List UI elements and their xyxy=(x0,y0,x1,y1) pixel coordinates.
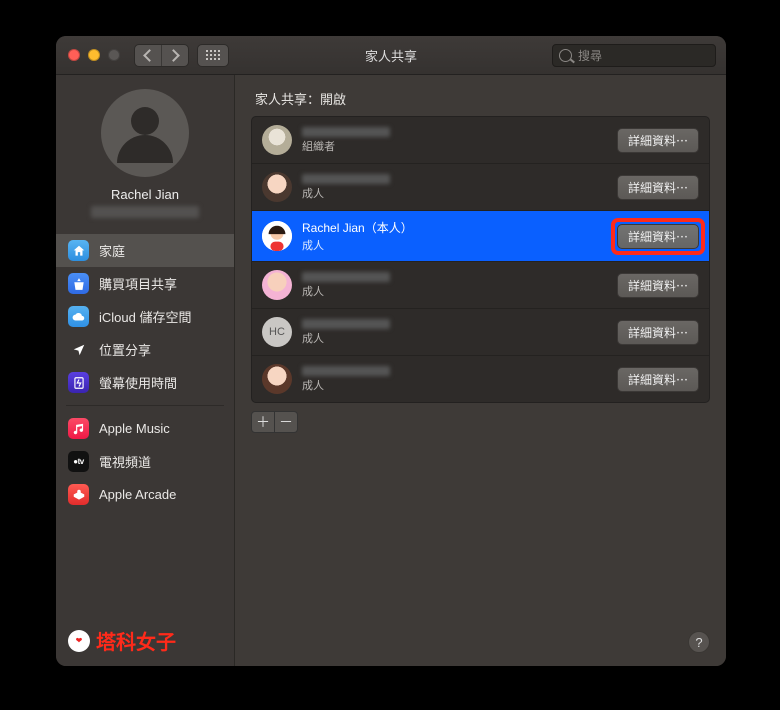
member-role: 成人 xyxy=(302,237,607,253)
member-role: 成人 xyxy=(302,377,607,393)
member-row[interactable]: HC 成人詳細資料⋯ xyxy=(252,309,709,356)
search-placeholder: 搜尋 xyxy=(578,47,602,64)
detail-button[interactable]: 詳細資料⋯ xyxy=(617,128,699,153)
search-input[interactable]: 搜尋 xyxy=(552,44,716,67)
detail-button[interactable]: 詳細資料⋯ xyxy=(617,273,699,298)
minimize-button[interactable] xyxy=(88,49,100,61)
member-row[interactable]: 組織者詳細資料⋯ xyxy=(252,117,709,164)
sidebar-item-label: 位置分享 xyxy=(99,340,151,359)
detail-button[interactable]: 詳細資料⋯ xyxy=(617,320,699,345)
sidebar: Rachel Jian 家庭購買項目共享 iCloud 儲存空間位置分享螢幕使用時… xyxy=(56,75,235,666)
member-role: 成人 xyxy=(302,283,607,299)
show-all-button[interactable] xyxy=(197,44,229,67)
home-icon xyxy=(68,240,89,261)
member-text: 成人 xyxy=(302,272,607,299)
sidebar-item-label: Apple Music xyxy=(99,421,170,436)
watermark-text: 塔科女子 xyxy=(96,626,176,655)
time-icon xyxy=(68,372,89,393)
sidebar-item-label: iCloud 儲存空間 xyxy=(99,307,191,326)
sidebar-item-label: Apple Arcade xyxy=(99,487,176,502)
music-icon xyxy=(68,418,89,439)
sidebar-item-time[interactable]: 螢幕使用時間 xyxy=(56,366,234,399)
watermark: ❤ 塔科女子 xyxy=(56,616,234,666)
watermark-icon: ❤ xyxy=(68,630,90,652)
sidebar-item-app[interactable]: 購買項目共享 xyxy=(56,267,234,300)
silhouette-icon xyxy=(115,103,175,163)
tv-icon: ●tv xyxy=(68,451,89,472)
member-name xyxy=(302,319,607,329)
member-role: 成人 xyxy=(302,330,607,346)
member-row[interactable]: 成人詳細資料⋯ xyxy=(252,356,709,402)
help-button[interactable]: ? xyxy=(688,631,710,653)
search-icon xyxy=(559,49,572,62)
titlebar: 家人共享 搜尋 xyxy=(56,36,726,75)
forward-button[interactable] xyxy=(162,45,188,66)
member-name xyxy=(302,174,607,184)
sidebar-item-arcade[interactable]: Apple Arcade xyxy=(56,478,234,511)
member-text: Rachel Jian（本人）成人 xyxy=(302,219,607,253)
member-avatar xyxy=(262,221,292,251)
member-role: 成人 xyxy=(302,185,607,201)
member-avatar: HC xyxy=(262,317,292,347)
nav-buttons xyxy=(134,44,189,67)
add-member-button[interactable]: ＋ xyxy=(251,411,275,433)
member-avatar xyxy=(262,364,292,394)
profile-name: Rachel Jian xyxy=(111,187,179,202)
member-text: 組織者 xyxy=(302,127,607,154)
member-name xyxy=(302,272,607,282)
member-avatar xyxy=(262,125,292,155)
detail-button[interactable]: 詳細資料⋯ xyxy=(617,367,699,392)
maximize-button[interactable] xyxy=(108,49,120,61)
close-button[interactable] xyxy=(68,49,80,61)
grid-icon xyxy=(206,50,220,60)
list-controls: ＋ － xyxy=(251,411,710,433)
chevron-right-icon xyxy=(167,49,180,62)
member-text: 成人 xyxy=(302,174,607,201)
sidebar-item-label: 電視頻道 xyxy=(99,452,151,471)
sidebar-separator xyxy=(66,405,224,406)
sidebar-item-label: 家庭 xyxy=(99,241,125,260)
member-row[interactable]: 成人詳細資料⋯ xyxy=(252,262,709,309)
member-list: 組織者詳細資料⋯成人詳細資料⋯Rachel Jian（本人）成人詳細資料⋯成人詳… xyxy=(251,116,710,403)
member-text: 成人 xyxy=(302,366,607,393)
sidebar-item-tv[interactable]: ●tv 電視頻道 xyxy=(56,445,234,478)
member-role: 組織者 xyxy=(302,138,607,154)
traffic-lights xyxy=(56,49,120,61)
member-text: 成人 xyxy=(302,319,607,346)
arcade-icon xyxy=(68,484,89,505)
sidebar-item-home[interactable]: 家庭 xyxy=(56,234,234,267)
profile-avatar xyxy=(101,89,189,177)
member-avatar xyxy=(262,172,292,202)
member-name: Rachel Jian（本人） xyxy=(302,219,607,236)
app-icon xyxy=(68,273,89,294)
sidebar-item-label: 螢幕使用時間 xyxy=(99,373,177,392)
sidebar-item-cloud[interactable]: iCloud 儲存空間 xyxy=(56,300,234,333)
location-icon xyxy=(68,339,89,360)
member-row[interactable]: 成人詳細資料⋯ xyxy=(252,164,709,211)
member-name xyxy=(302,127,607,137)
remove-member-button[interactable]: － xyxy=(275,411,298,433)
cloud-icon xyxy=(68,306,89,327)
sidebar-item-music[interactable]: Apple Music xyxy=(56,412,234,445)
profile-subtitle-redacted xyxy=(91,206,199,218)
sidebar-item-location[interactable]: 位置分享 xyxy=(56,333,234,366)
main-panel: 家人共享：開啟 組織者詳細資料⋯成人詳細資料⋯Rachel Jian（本人）成人… xyxy=(235,75,726,666)
sidebar-item-label: 購買項目共享 xyxy=(99,274,177,293)
main-heading: 家人共享：開啟 xyxy=(255,89,706,108)
chevron-left-icon xyxy=(143,49,156,62)
member-row[interactable]: Rachel Jian（本人）成人詳細資料⋯ xyxy=(252,211,709,262)
detail-button[interactable]: 詳細資料⋯ xyxy=(617,224,699,249)
back-button[interactable] xyxy=(135,45,162,66)
member-avatar xyxy=(262,270,292,300)
profile: Rachel Jian xyxy=(56,85,234,228)
sidebar-list: 家庭購買項目共享 iCloud 儲存空間位置分享螢幕使用時間 Apple Music… xyxy=(56,234,234,511)
member-name xyxy=(302,366,607,376)
detail-button[interactable]: 詳細資料⋯ xyxy=(617,175,699,200)
preferences-window: 家人共享 搜尋 Rachel Jian 家庭購買項目共享 iCloud 儲存空間位… xyxy=(56,36,726,666)
